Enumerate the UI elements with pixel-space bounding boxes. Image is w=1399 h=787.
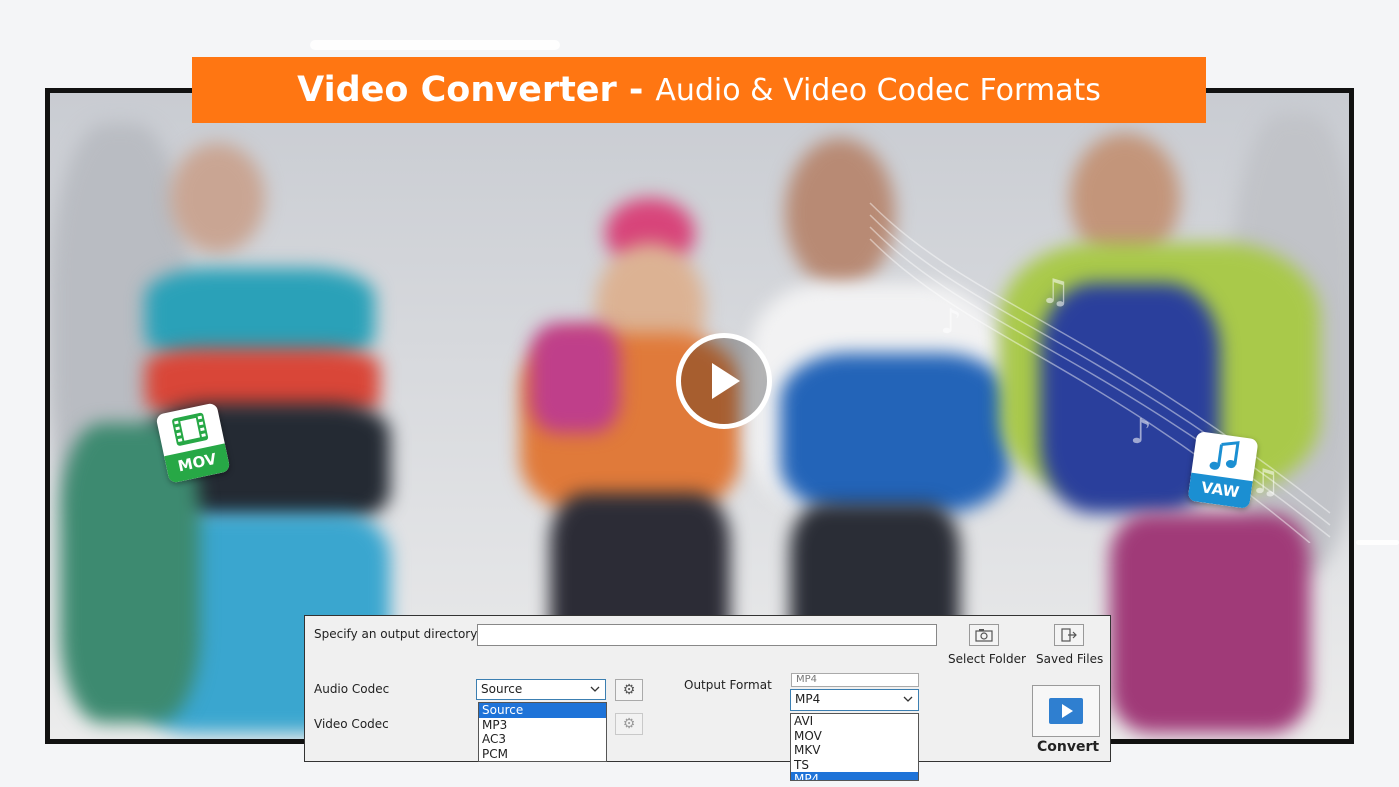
audio-codec-settings-button[interactable]: ⚙	[615, 679, 643, 701]
audio-codec-option[interactable]: Source	[479, 703, 606, 718]
convert-label: Convert	[1037, 739, 1100, 755]
output-format-option[interactable]: MP4	[791, 772, 918, 780]
select-folder-button[interactable]	[969, 624, 999, 646]
person-4-pants	[1110, 513, 1310, 733]
audio-codec-value: Source	[481, 682, 523, 696]
play-convert-icon	[1049, 698, 1083, 724]
audio-codec-dropdown: Source MP3 AC3 PCM	[478, 702, 607, 762]
play-icon	[712, 363, 740, 399]
output-directory-label: Specify an output directory	[314, 627, 478, 641]
audio-codec-label: Audio Codec	[314, 682, 390, 696]
output-format-dropdown: AVI MOV MKV TS MP4	[790, 713, 919, 781]
svg-text:♪: ♪	[1130, 412, 1152, 452]
video-codec-label: Video Codec	[314, 717, 389, 731]
output-format-option[interactable]: TS	[791, 758, 918, 773]
audio-codec-option[interactable]: PCM	[479, 747, 606, 762]
audio-codec-option[interactable]: MP3	[479, 718, 606, 733]
output-format-label: Output Format	[684, 678, 772, 692]
select-folder-label: Select Folder	[948, 652, 1026, 666]
gear-icon: ⚙	[622, 682, 636, 698]
banner-title-rest: Audio & Video Codec Formats	[655, 72, 1101, 108]
output-format-option[interactable]: MKV	[791, 743, 918, 758]
gear-icon: ⚙	[622, 716, 636, 732]
music-note-icon	[1205, 433, 1245, 479]
person-2-jacket-accent	[530, 323, 620, 433]
output-format-option[interactable]: MOV	[791, 729, 918, 744]
output-format-select[interactable]: MP4	[790, 689, 919, 711]
banner-separator: -	[628, 70, 644, 110]
export-icon	[1061, 628, 1077, 642]
video-codec-settings-button[interactable]: ⚙	[615, 713, 643, 735]
saved-files-button[interactable]	[1054, 624, 1084, 646]
banner-title-bold: Video Converter	[297, 70, 617, 110]
output-format-value: MP4	[795, 692, 821, 706]
audio-codec-option[interactable]: AC3	[479, 732, 606, 747]
person-1-head	[170, 143, 265, 253]
output-format-behind-value: MP4	[796, 674, 818, 685]
svg-text:♫: ♫	[1040, 272, 1070, 312]
paper-texture-top	[310, 40, 560, 50]
output-format-select-behind: MP4	[791, 673, 919, 687]
wav-file-badge: VAW	[1187, 431, 1259, 509]
music-wave-decoration: ♪ ♫ ♪ ♫	[869, 202, 1331, 543]
title-banner: Video Converter - Audio & Video Codec Fo…	[192, 57, 1206, 123]
saved-files-label: Saved Files	[1036, 652, 1104, 666]
convert-button[interactable]	[1032, 685, 1100, 737]
play-button[interactable]	[676, 333, 772, 429]
audio-codec-select[interactable]: Source	[476, 679, 606, 700]
output-format-option[interactable]: AVI	[791, 714, 918, 729]
converter-settings-panel: Specify an output directory Select Folde…	[304, 615, 1111, 781]
output-directory-input[interactable]	[477, 624, 937, 646]
chevron-down-icon	[903, 690, 913, 715]
paper-texture-right	[1356, 540, 1399, 545]
film-icon	[169, 405, 211, 453]
folder-camera-icon	[975, 629, 993, 642]
svg-text:♪: ♪	[940, 302, 962, 342]
